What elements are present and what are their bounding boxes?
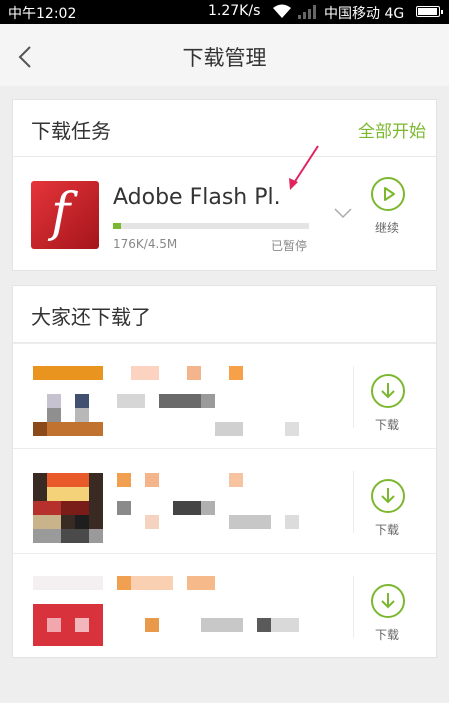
download-tasks-header: 下载任务 全部开始: [13, 100, 436, 157]
section-title: 大家还下载了: [31, 305, 151, 329]
download-button[interactable]: 下载: [348, 521, 426, 538]
download-action[interactable]: 下载: [348, 449, 436, 553]
start-all-button[interactable]: 全部开始: [358, 117, 426, 142]
download-icon[interactable]: [371, 584, 405, 618]
resume-action[interactable]: 继续: [348, 157, 436, 271]
battery-icon: [416, 6, 443, 17]
play-icon[interactable]: [371, 177, 405, 211]
download-icon[interactable]: [371, 374, 405, 408]
download-icon[interactable]: [371, 479, 405, 513]
status-bar: 中午12:02 1.27K/s 中国移动 4G: [0, 0, 449, 24]
download-button[interactable]: 下载: [348, 416, 426, 433]
signal-icon: [298, 5, 320, 23]
annotation-arrow-icon: [289, 145, 319, 190]
app-icon-blurred: [33, 576, 103, 646]
download-action[interactable]: 下载: [348, 344, 436, 448]
status-time: 中午12:02: [8, 6, 77, 22]
app-icon-blurred: [33, 473, 103, 543]
task-status: 已暂停: [271, 239, 308, 253]
download-progress-bar: [113, 223, 309, 229]
download-progress-fill: [113, 223, 121, 229]
resume-button[interactable]: 继续: [348, 219, 426, 236]
recommended-card: 大家还下载了 下载 下载 下载: [12, 285, 437, 658]
network-speed: 1.27K/s: [208, 3, 261, 19]
recommended-header: 大家还下载了: [13, 286, 436, 343]
app-icon-blurred: [33, 366, 103, 436]
flash-icon: f: [31, 181, 99, 249]
list-item[interactable]: 下载: [13, 343, 436, 448]
list-item[interactable]: 下载: [13, 448, 436, 553]
download-tasks-card: 下载任务 全部开始 f Adobe Flash Pl. 176K/4.5M 已暂…: [12, 99, 437, 271]
section-title: 下载任务: [31, 119, 111, 143]
app-info-blurred: [117, 366, 307, 436]
task-size: 176K/4.5M: [113, 237, 178, 251]
app-header: 下载管理: [0, 24, 449, 86]
app-info-blurred: [117, 473, 307, 543]
app-info-blurred: [117, 576, 307, 646]
download-action[interactable]: 下载: [348, 554, 436, 658]
carrier-label: 中国移动 4G: [324, 6, 405, 22]
download-button[interactable]: 下载: [348, 626, 426, 643]
wifi-icon: [272, 3, 292, 23]
page-title: 下载管理: [182, 46, 267, 70]
list-item[interactable]: 下载: [13, 553, 436, 658]
task-name: Adobe Flash Pl.: [113, 185, 281, 210]
download-task-row[interactable]: f Adobe Flash Pl. 176K/4.5M 已暂停 继续: [13, 157, 436, 271]
